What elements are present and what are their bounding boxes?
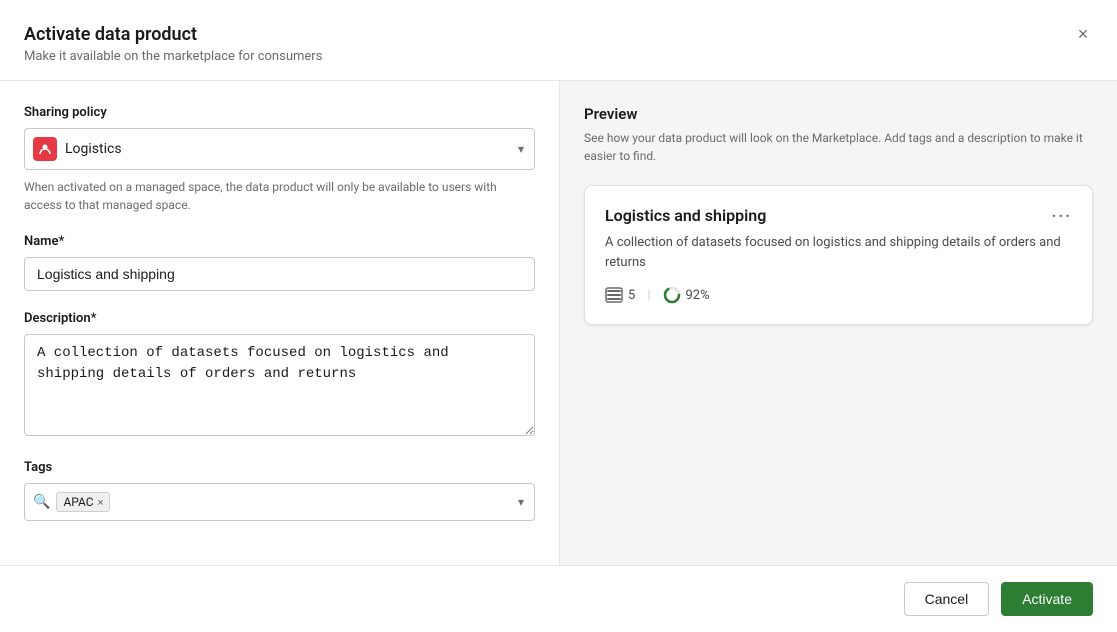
card-title: Logistics and shipping — [605, 206, 766, 225]
tag-apac: APAC × — [56, 492, 110, 512]
description-input[interactable] — [24, 334, 535, 436]
search-icon: 🔍 — [33, 494, 50, 510]
sharing-policy-icon — [33, 137, 57, 161]
chevron-down-icon: ▾ — [518, 495, 524, 509]
name-field: Name* — [24, 234, 535, 291]
quality-icon — [663, 286, 681, 304]
modal-body: Sharing policy Logistics ▾ When activate… — [0, 81, 1117, 565]
modal-footer: Cancel Activate — [0, 565, 1117, 632]
name-label: Name* — [24, 234, 535, 249]
sharing-policy-field: Sharing policy Logistics ▾ When activate… — [24, 105, 535, 214]
tag-remove-button[interactable]: × — [98, 497, 104, 508]
description-field: Description* — [24, 311, 535, 440]
name-input[interactable] — [24, 257, 535, 291]
card-menu-button[interactable]: ··· — [1052, 206, 1072, 225]
close-icon: × — [1078, 24, 1089, 45]
quality-stat: 92% — [663, 286, 710, 304]
sharing-policy-hint: When activated on a managed space, the d… — [24, 178, 535, 214]
modal-title: Activate data product — [24, 24, 1093, 45]
activate-button[interactable]: Activate — [1001, 582, 1093, 616]
preview-title: Preview — [584, 105, 1093, 123]
modal-subtitle: Make it available on the marketplace for… — [24, 49, 1093, 64]
modal-header: Activate data product Make it available … — [0, 0, 1117, 81]
cancel-button[interactable]: Cancel — [904, 582, 990, 616]
card-description: A collection of datasets focused on logi… — [605, 233, 1072, 272]
tags-input[interactable]: 🔍 APAC × ▾ — [24, 483, 535, 521]
left-panel: Sharing policy Logistics ▾ When activate… — [0, 81, 560, 565]
dataset-count: 5 — [628, 288, 635, 303]
tags-field: Tags 🔍 APAC × ▾ — [24, 460, 535, 521]
right-panel: Preview See how your data product will l… — [560, 81, 1117, 565]
close-button[interactable]: × — [1069, 20, 1097, 48]
sharing-policy-label: Sharing policy — [24, 105, 535, 120]
description-label: Description* — [24, 311, 535, 326]
sharing-policy-select[interactable]: Logistics ▾ — [24, 128, 535, 170]
activate-data-product-modal: Activate data product Make it available … — [0, 0, 1117, 632]
dataset-stat: 5 — [605, 286, 635, 304]
preview-subtitle: See how your data product will look on t… — [584, 129, 1093, 165]
tag-label: APAC — [63, 495, 93, 509]
card-header: Logistics and shipping ··· — [605, 206, 1072, 225]
quality-percent: 92% — [686, 288, 710, 303]
preview-card: Logistics and shipping ··· A collection … — [584, 185, 1093, 325]
sharing-policy-value: Logistics — [65, 141, 122, 157]
tags-label: Tags — [24, 460, 535, 475]
card-stats: 5 | 92% — [605, 286, 1072, 304]
chevron-down-icon: ▾ — [518, 142, 524, 156]
datasets-icon — [605, 286, 623, 304]
stat-divider: | — [647, 288, 650, 303]
